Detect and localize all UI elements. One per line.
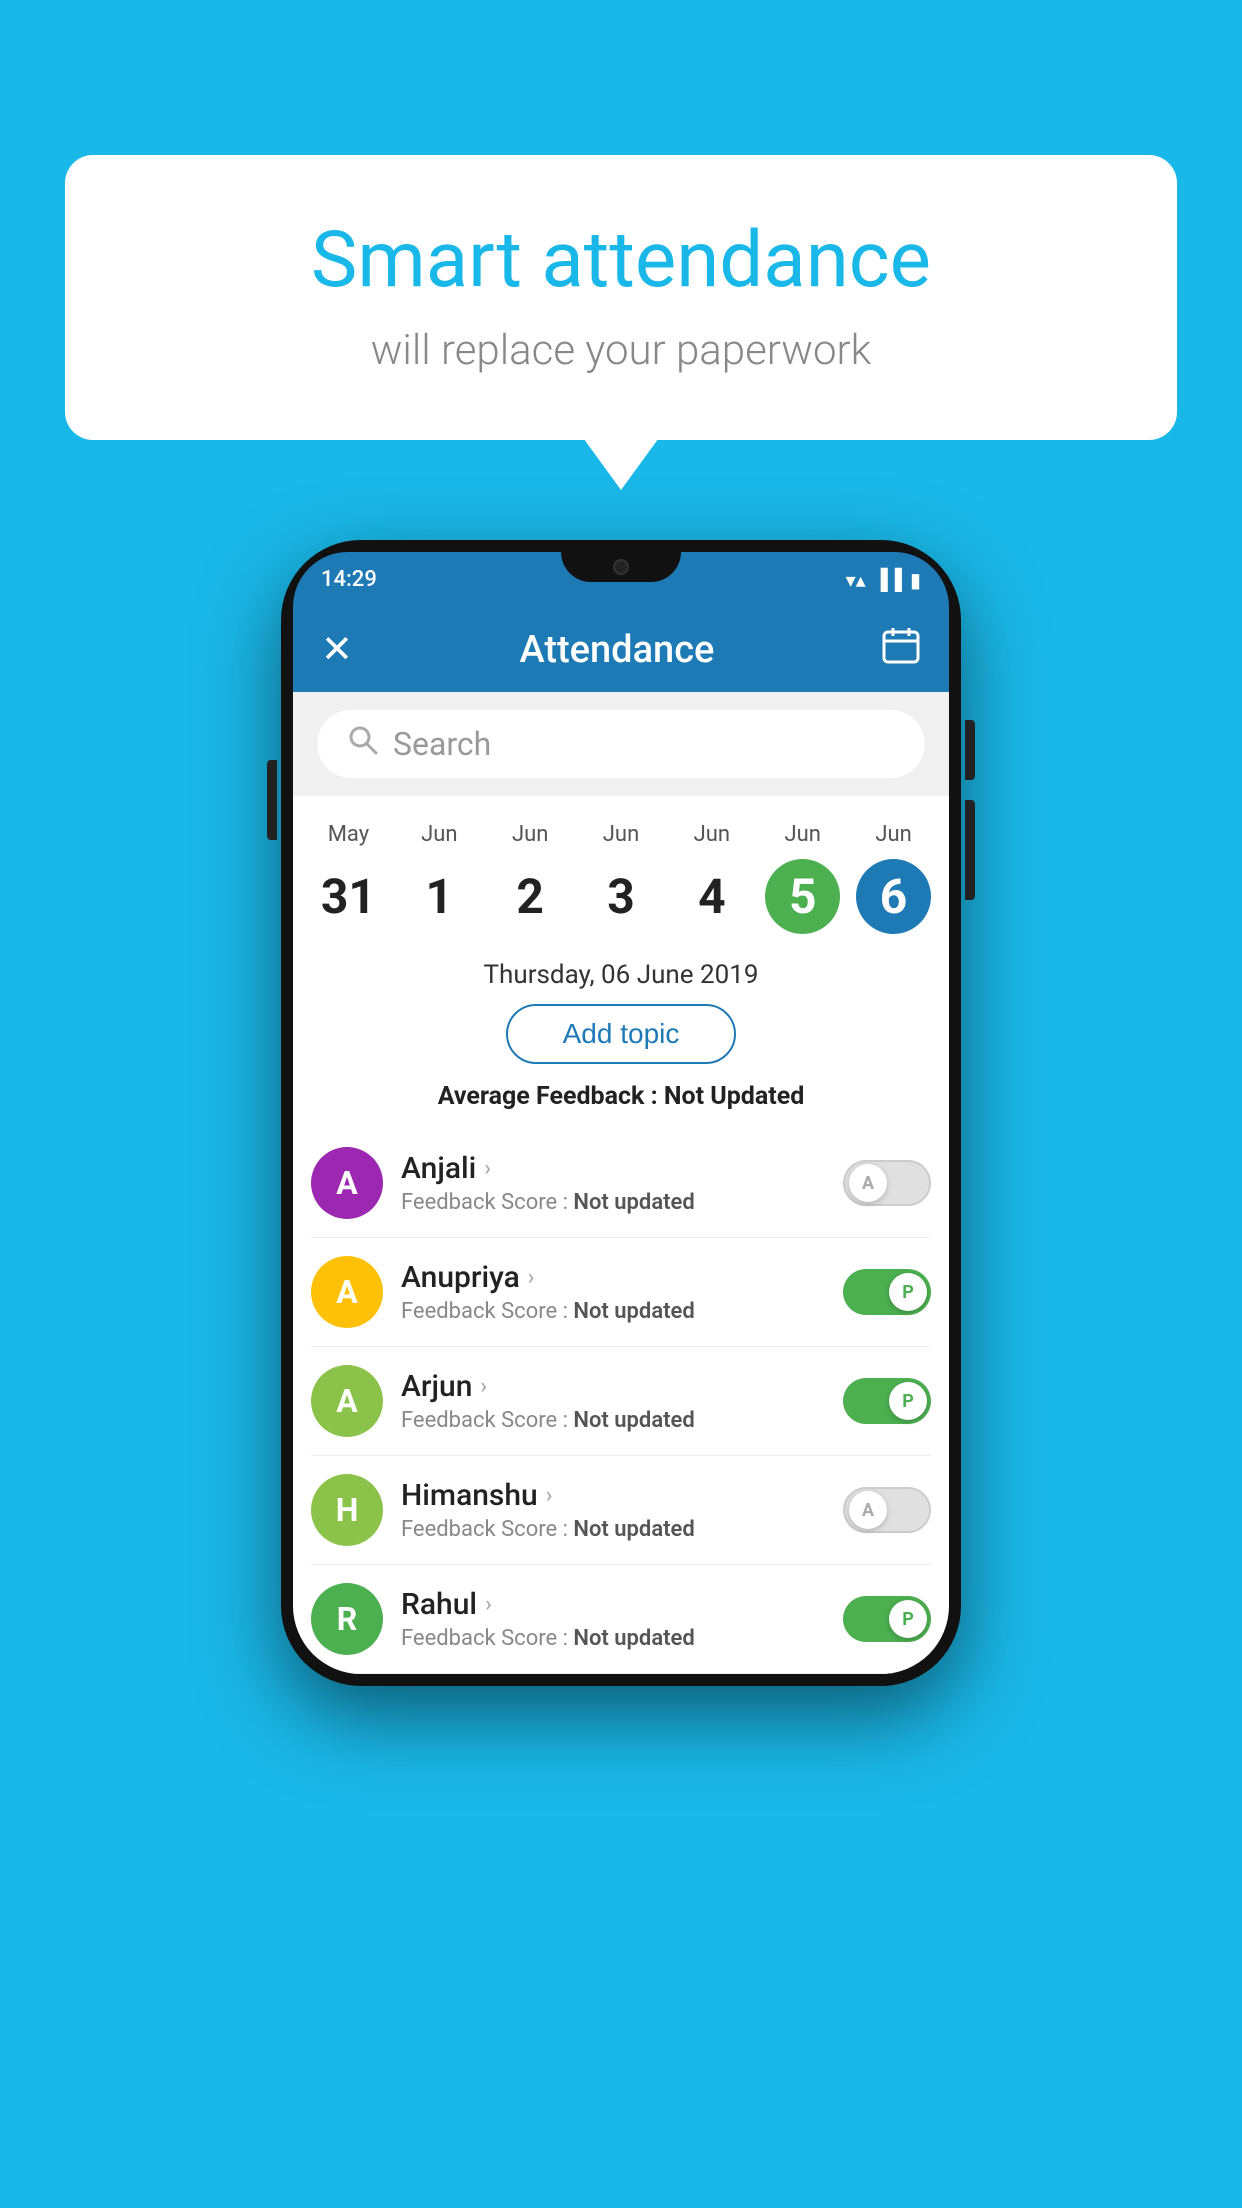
date-month-1: Jun <box>421 822 457 847</box>
search-bar[interactable]: Search <box>317 710 925 778</box>
phone-wrapper: 14:29 ▾▴ ▐▐ ▮ ✕ Attendance <box>281 540 961 1686</box>
selected-date: Thursday, 06 June 2019 <box>293 952 949 1004</box>
student-info-3: Himanshu › Feedback Score : Not updated <box>401 1478 843 1542</box>
student-row-3[interactable]: H Himanshu › Feedback Score : Not updatedA <box>311 1456 931 1565</box>
app-title: Attendance <box>519 628 714 672</box>
date-month-2: Jun <box>512 822 548 847</box>
date-day-3[interactable]: 3 <box>584 859 659 934</box>
toggle-4[interactable]: P <box>843 1596 931 1642</box>
status-icons: ▾▴ ▐▐ ▮ <box>846 567 921 592</box>
toggle-wrap-0[interactable]: A <box>843 1160 931 1206</box>
volume-button <box>267 760 277 840</box>
toggle-knob-0: A <box>849 1164 887 1202</box>
phone-outer: 14:29 ▾▴ ▐▐ ▮ ✕ Attendance <box>281 540 961 1686</box>
date-day-1[interactable]: 1 <box>402 859 477 934</box>
student-feedback-3: Feedback Score : Not updated <box>401 1517 843 1542</box>
close-icon[interactable]: ✕ <box>321 627 353 672</box>
student-row-2[interactable]: A Arjun › Feedback Score : Not updated P <box>311 1347 931 1456</box>
date-month-4: Jun <box>694 822 730 847</box>
avatar-0: A <box>311 1147 383 1219</box>
toggle-knob-2: P <box>889 1382 927 1420</box>
student-list: AAnjali ›Feedback Score : Not updatedAAA… <box>293 1129 949 1674</box>
student-info-2: Arjun › Feedback Score : Not updated <box>401 1369 843 1433</box>
phone-notch <box>561 552 681 582</box>
date-scroll[interactable]: May 31 Jun 1 Jun 2 Jun 3 Jun 4 Jun 5 Jun 6 <box>293 796 949 952</box>
date-day-2[interactable]: 2 <box>493 859 568 934</box>
avatar-3: H <box>311 1474 383 1546</box>
student-feedback-4: Feedback Score : Not updated <box>401 1626 843 1651</box>
student-feedback-1: Feedback Score : Not updated <box>401 1299 843 1324</box>
student-info-0: Anjali › Feedback Score : Not updated <box>401 1151 843 1215</box>
student-feedback-0: Feedback Score : Not updated <box>401 1190 843 1215</box>
avg-feedback-label: Average Feedback : <box>438 1082 664 1111</box>
date-month-6: Jun <box>875 822 911 847</box>
avg-feedback-value: Not Updated <box>664 1082 804 1111</box>
app-bar: ✕ Attendance <box>293 607 949 692</box>
avatar-1: A <box>311 1256 383 1328</box>
date-col-2[interactable]: Jun 2 <box>485 814 576 942</box>
student-row-0[interactable]: AAnjali ›Feedback Score : Not updatedA <box>311 1129 931 1238</box>
toggle-3[interactable]: A <box>843 1487 931 1533</box>
speech-bubble: Smart attendance will replace your paper… <box>65 155 1177 440</box>
toggle-knob-3: A <box>849 1491 887 1529</box>
toggle-wrap-2[interactable]: P <box>843 1378 931 1424</box>
student-name-2[interactable]: Arjun › <box>401 1369 843 1404</box>
date-col-4[interactable]: Jun 4 <box>666 814 757 942</box>
bubble-title: Smart attendance <box>145 215 1097 306</box>
student-row-1[interactable]: A Anupriya › Feedback Score : Not updated P <box>311 1238 931 1347</box>
search-placeholder: Search <box>393 725 491 763</box>
student-name-4[interactable]: Rahul › <box>401 1587 843 1622</box>
add-topic-container: Add topic <box>293 1004 949 1064</box>
power-button <box>965 720 975 780</box>
date-month-3: Jun <box>603 822 639 847</box>
camera-button <box>965 800 975 900</box>
date-col-6[interactable]: Jun 6 <box>848 814 939 942</box>
date-day-4[interactable]: 4 <box>674 859 749 934</box>
student-name-3[interactable]: Himanshu › <box>401 1478 843 1513</box>
phone-screen: Search May 31 Jun 1 Jun 2 Jun 3 Jun 4 Jun 5 Jun 6 Thu… <box>293 692 949 1674</box>
student-feedback-2: Feedback Score : Not updated <box>401 1408 843 1433</box>
date-day-0[interactable]: 31 <box>311 859 386 934</box>
student-info-1: Anupriya › Feedback Score : Not updated <box>401 1260 843 1324</box>
student-name-1[interactable]: Anupriya › <box>401 1260 843 1295</box>
date-month-0: May <box>328 822 369 847</box>
signal-icon: ▐▐ <box>874 567 902 592</box>
camera-dot <box>613 559 629 575</box>
toggle-wrap-1[interactable]: P <box>843 1269 931 1315</box>
date-col-5[interactable]: Jun 5 <box>757 814 848 942</box>
calendar-icon[interactable] <box>881 625 921 675</box>
status-bar: 14:29 ▾▴ ▐▐ ▮ <box>293 552 949 607</box>
date-day-5[interactable]: 5 <box>765 859 840 934</box>
avg-feedback: Average Feedback : Not Updated <box>293 1082 949 1129</box>
toggle-knob-1: P <box>889 1273 927 1311</box>
avatar-4: R <box>311 1583 383 1655</box>
toggle-2[interactable]: P <box>843 1378 931 1424</box>
speech-bubble-container: Smart attendance will replace your paper… <box>65 155 1177 440</box>
status-time: 14:29 <box>321 567 377 592</box>
toggle-1[interactable]: P <box>843 1269 931 1315</box>
date-col-0[interactable]: May 31 <box>303 814 394 942</box>
battery-icon: ▮ <box>910 568 921 592</box>
student-name-0[interactable]: Anjali › <box>401 1151 843 1186</box>
date-col-3[interactable]: Jun 3 <box>576 814 667 942</box>
date-month-5: Jun <box>785 822 821 847</box>
avatar-2: A <box>311 1365 383 1437</box>
toggle-wrap-4[interactable]: P <box>843 1596 931 1642</box>
toggle-knob-4: P <box>889 1600 927 1638</box>
toggle-0[interactable]: A <box>843 1160 931 1206</box>
wifi-icon: ▾▴ <box>846 568 866 592</box>
search-icon <box>347 724 379 764</box>
add-topic-button[interactable]: Add topic <box>506 1004 737 1064</box>
bubble-subtitle: will replace your paperwork <box>145 326 1097 375</box>
search-container: Search <box>293 692 949 796</box>
student-row-4[interactable]: R Rahul › Feedback Score : Not updated P <box>311 1565 931 1674</box>
toggle-wrap-3[interactable]: A <box>843 1487 931 1533</box>
student-info-4: Rahul › Feedback Score : Not updated <box>401 1587 843 1651</box>
date-col-1[interactable]: Jun 1 <box>394 814 485 942</box>
date-day-6[interactable]: 6 <box>856 859 931 934</box>
